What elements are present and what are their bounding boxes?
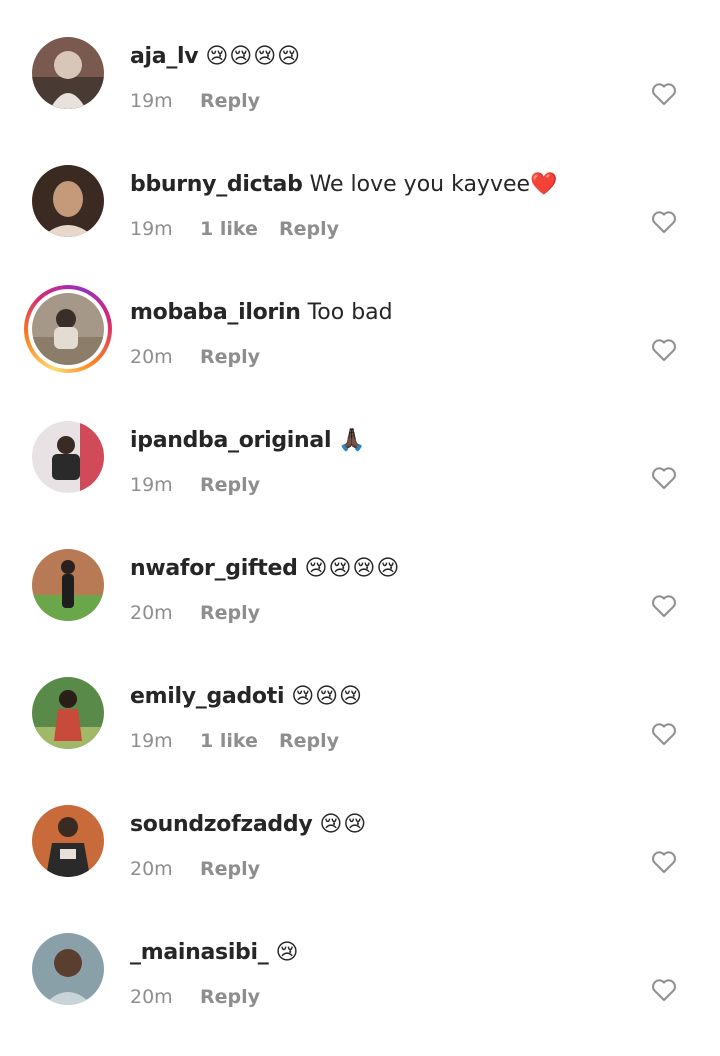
comment-time: 19m [130, 90, 173, 112]
comment-time: 19m [130, 218, 173, 240]
avatar[interactable] [32, 37, 104, 109]
comment-text-line: _mainasibi_ 😢 [130, 938, 299, 968]
comment-meta: 19m Reply [130, 474, 260, 496]
heart-outline-icon[interactable] [651, 210, 677, 234]
heart-outline-icon[interactable] [651, 722, 677, 746]
username[interactable]: nwafor_gifted [130, 556, 298, 581]
comment-row: bburny_dictab We love you kayvee❤️ 19m 1 … [0, 160, 720, 288]
comment-row: nwafor_gifted 😢😢😢😢 20m Reply [0, 544, 720, 672]
comment-meta: 20m Reply [130, 346, 260, 368]
comment-text: Too bad [307, 300, 393, 325]
avatar-image [32, 293, 104, 365]
avatar[interactable] [32, 933, 104, 1005]
avatar-image [32, 677, 104, 749]
comment-time: 20m [130, 346, 173, 368]
reply-button[interactable]: Reply [200, 986, 260, 1008]
comment-row: mobaba_ilorin Too bad 20m Reply [0, 285, 720, 416]
reply-button[interactable]: Reply [279, 730, 339, 752]
comment-emojis: 🙏🏿 [338, 428, 367, 453]
comment-text: We love you kayvee [309, 172, 531, 197]
avatar[interactable] [32, 165, 104, 237]
comment-time: 20m [130, 602, 173, 624]
likes-count[interactable]: 1 like [200, 730, 279, 752]
avatar-story-ring[interactable] [24, 285, 112, 373]
comment-row: aja_lv 😢😢😢😢 19m Reply [0, 32, 720, 160]
avatar-image [32, 37, 104, 109]
reply-button[interactable]: Reply [200, 474, 260, 496]
username[interactable]: ipandba_original [130, 428, 331, 453]
comment-text-line: soundzofzaddy 😢😢 [130, 810, 367, 840]
comment-text-line: bburny_dictab We love you kayvee❤️ [130, 170, 558, 200]
comment-list: aja_lv 😢😢😢😢 19m Reply bburny_dictab We lo… [0, 0, 720, 1026]
heart-outline-icon[interactable] [651, 82, 677, 106]
likes-count[interactable]: 1 like [200, 218, 279, 240]
comment-emojis: ❤️ [530, 172, 559, 197]
comment-text-line: nwafor_gifted 😢😢😢😢 [130, 554, 400, 584]
comment-emojis: 😢😢😢😢 [304, 556, 401, 581]
comment-text-line: mobaba_ilorin Too bad [130, 298, 393, 328]
comment-meta: 19m 1 like Reply [130, 730, 339, 752]
heart-outline-icon[interactable] [651, 466, 677, 490]
heart-outline-icon[interactable] [651, 850, 677, 874]
comment-emojis: 😢 [275, 940, 300, 965]
username[interactable]: _mainasibi_ [130, 940, 269, 965]
comment-time: 19m [130, 730, 173, 752]
comment-emojis: 😢😢😢😢 [205, 44, 302, 69]
comment-time: 19m [130, 474, 173, 496]
reply-button[interactable]: Reply [279, 218, 339, 240]
avatar[interactable] [32, 677, 104, 749]
avatar[interactable] [32, 805, 104, 877]
comment-text-line: ipandba_original 🙏🏿 [130, 426, 367, 456]
comment-meta: 19m Reply [130, 90, 260, 112]
reply-button[interactable]: Reply [200, 858, 260, 880]
comment-row: emily_gadoti 😢😢😢 19m 1 like Reply [0, 672, 720, 800]
avatar-image [32, 933, 104, 1005]
comment-meta: 20m Reply [130, 858, 260, 880]
avatar-image [32, 549, 104, 621]
username[interactable]: bburny_dictab [130, 172, 303, 197]
comment-meta: 20m Reply [130, 602, 260, 624]
comment-time: 20m [130, 858, 173, 880]
comment-meta: 19m 1 like Reply [130, 218, 339, 240]
heart-outline-icon[interactable] [651, 978, 677, 1002]
username[interactable]: emily_gadoti [130, 684, 284, 709]
comment-emojis: 😢😢😢 [291, 684, 363, 709]
username[interactable]: mobaba_ilorin [130, 300, 301, 325]
avatar[interactable] [32, 549, 104, 621]
comment-row: soundzofzaddy 😢😢 20m Reply [0, 800, 720, 928]
avatar-image [32, 165, 104, 237]
username[interactable]: soundzofzaddy [130, 812, 313, 837]
avatar-image [32, 805, 104, 877]
avatar[interactable] [32, 421, 104, 493]
comment-meta: 20m Reply [130, 986, 260, 1008]
avatar-image [32, 421, 104, 493]
comment-row: ipandba_original 🙏🏿 19m Reply [0, 416, 720, 544]
heart-outline-icon[interactable] [651, 594, 677, 618]
reply-button[interactable]: Reply [200, 346, 260, 368]
comment-emojis: 😢😢 [319, 812, 368, 837]
comment-row: _mainasibi_ 😢 20m Reply [0, 928, 720, 1056]
reply-button[interactable]: Reply [200, 90, 260, 112]
comment-text-line: emily_gadoti 😢😢😢 [130, 682, 363, 712]
username[interactable]: aja_lv [130, 44, 199, 69]
comment-text-line: aja_lv 😢😢😢😢 [130, 42, 301, 72]
heart-outline-icon[interactable] [651, 338, 677, 362]
reply-button[interactable]: Reply [200, 602, 260, 624]
comment-time: 20m [130, 986, 173, 1008]
